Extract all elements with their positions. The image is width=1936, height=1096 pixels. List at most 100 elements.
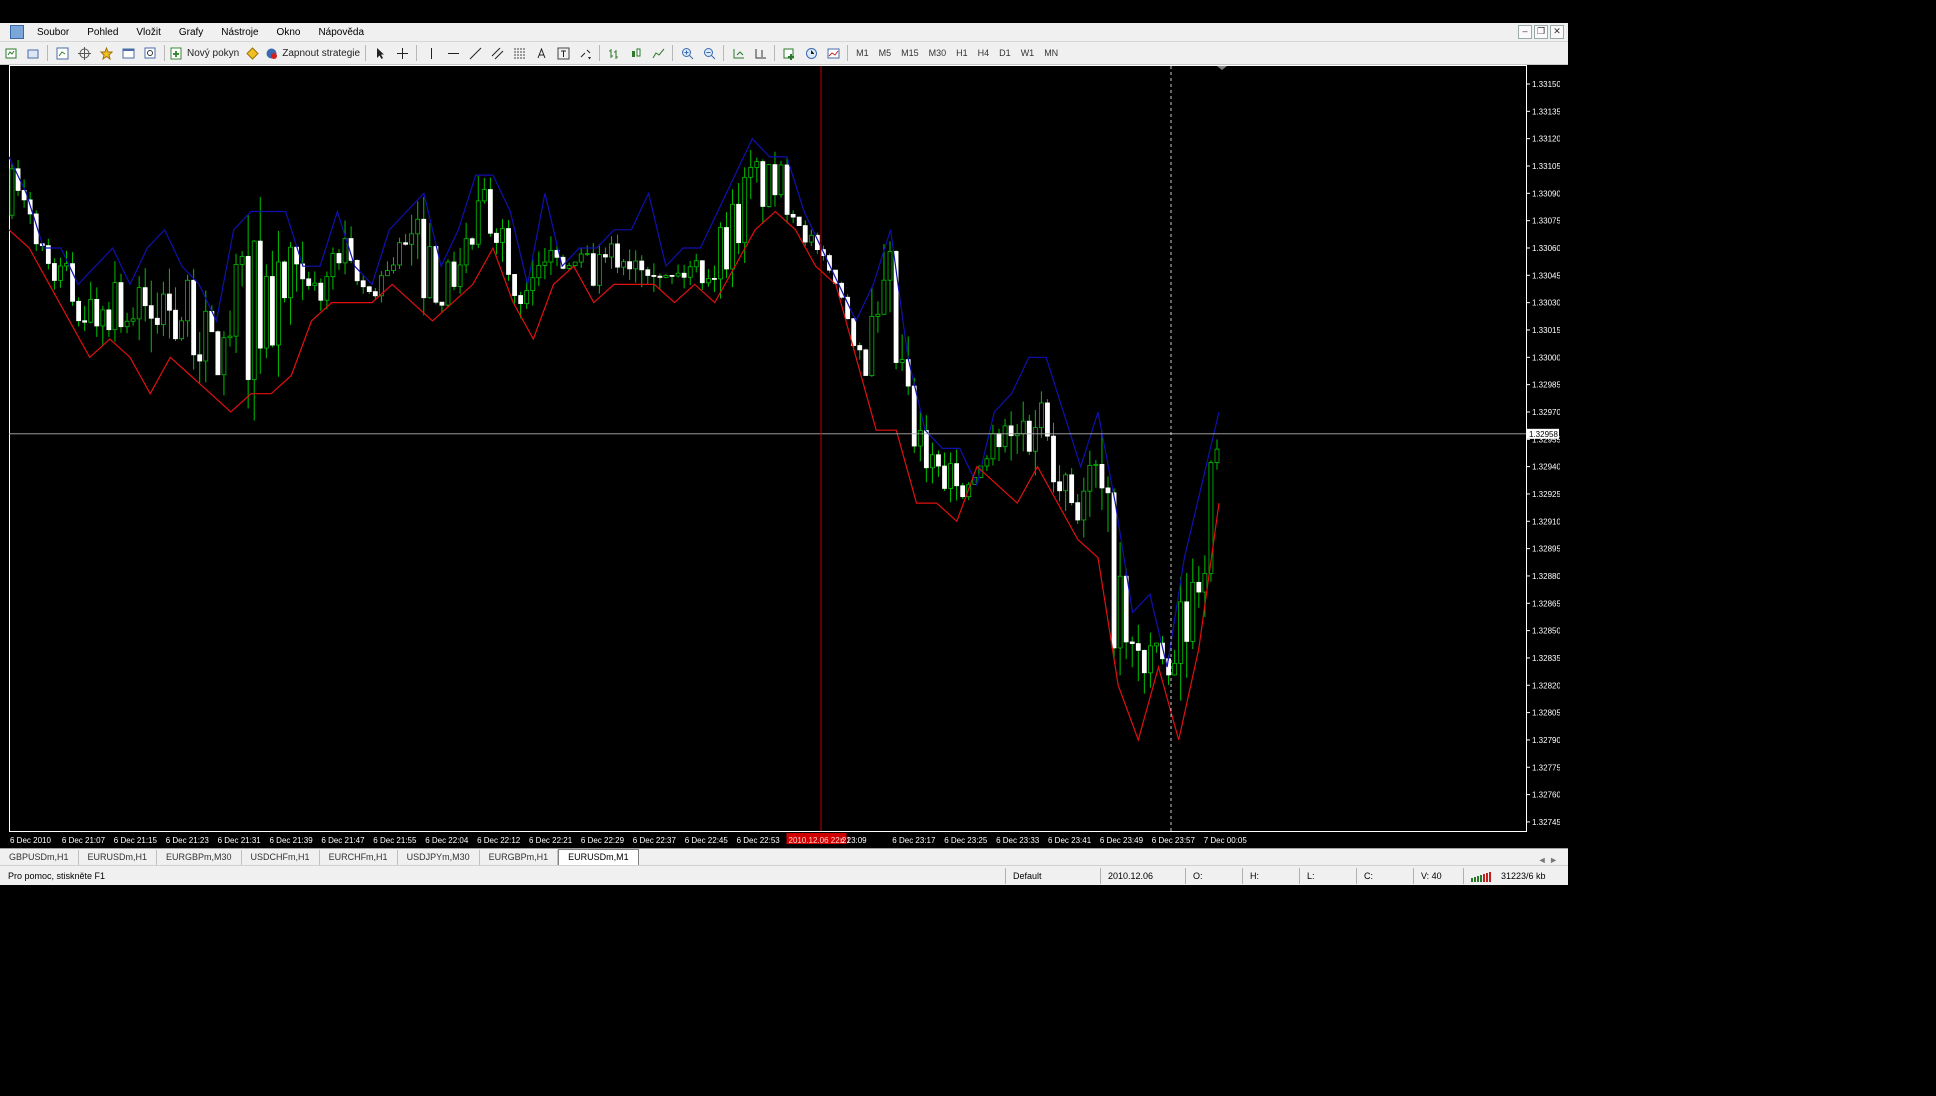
menu-nastroje[interactable]: Nástroje <box>212 27 267 38</box>
arrows-tool[interactable] <box>576 44 594 62</box>
price-tick-label: 1.32925 <box>1532 490 1560 499</box>
candlestick-button[interactable] <box>627 44 645 62</box>
candle-body <box>1214 448 1220 463</box>
candle-body <box>639 260 645 271</box>
time-tick-label: 6 Dec 22:45 <box>685 836 729 845</box>
equidistant-channel-tool[interactable] <box>488 44 506 62</box>
time-tick-label: 6 Dec 22:53 <box>737 836 781 845</box>
candle-body <box>766 164 772 207</box>
menu-soubor[interactable]: Soubor <box>28 27 78 38</box>
zoom-in-button[interactable] <box>678 44 696 62</box>
candle-body <box>1154 642 1159 647</box>
candle-body <box>366 286 372 293</box>
fibonacci-tool[interactable] <box>510 44 528 62</box>
timeframe-w1[interactable]: W1 <box>1016 48 1040 58</box>
candle-body <box>942 465 947 489</box>
candle-body <box>318 282 324 301</box>
periods-button[interactable] <box>802 44 820 62</box>
time-tick-label: 6 Dec 23:25 <box>944 836 988 845</box>
new-chart-button[interactable] <box>2 44 20 62</box>
candle-body <box>185 279 191 322</box>
timeframe-h1[interactable]: H1 <box>951 48 973 58</box>
chart-shift-marker <box>1217 66 1227 70</box>
tab-usdjpym-m30[interactable]: USDJPYm,M30 <box>398 850 480 865</box>
text-tool[interactable] <box>532 44 550 62</box>
timeframe-d1[interactable]: D1 <box>994 48 1016 58</box>
candle-body <box>221 337 227 376</box>
text-label-tool[interactable] <box>554 44 572 62</box>
zoom-in-icon <box>681 47 693 59</box>
timeframe-m15[interactable]: M15 <box>896 48 924 58</box>
candle-body <box>681 272 687 278</box>
candle-body <box>124 320 130 328</box>
status-profile: Default <box>1005 868 1100 884</box>
minimize-button[interactable]: – <box>1518 25 1532 39</box>
candle-body <box>409 233 415 245</box>
data-window-button[interactable] <box>75 44 93 62</box>
toolbar-separator <box>672 45 674 61</box>
price-tick-label: 1.33045 <box>1532 271 1560 280</box>
close-button[interactable]: ✕ <box>1550 25 1564 39</box>
timeframe-h4[interactable]: H4 <box>973 48 995 58</box>
timeframe-m5[interactable]: M5 <box>874 48 897 58</box>
metaeditor-button[interactable] <box>243 44 261 62</box>
auto-scroll-button[interactable] <box>729 44 747 62</box>
vertical-line-tool[interactable] <box>422 44 440 62</box>
candle-body <box>784 164 790 215</box>
candle-body <box>687 266 693 278</box>
candle-body <box>675 272 681 277</box>
text-icon <box>537 47 546 58</box>
price-chart[interactable]: 1.33150 1.33135 1.33120 1.33105 1.33090 1.330… <box>9 65 1560 847</box>
menu-napoveda[interactable]: Nápověda <box>309 27 373 38</box>
crosshair-tool[interactable] <box>393 44 411 62</box>
tab-eurusdm-m1[interactable]: EURUSDm,M1 <box>558 849 639 865</box>
trendline-tool[interactable] <box>466 44 484 62</box>
candle-body <box>911 385 917 447</box>
market-watch-button[interactable] <box>53 44 71 62</box>
candle-body <box>136 287 142 320</box>
zoom-out-icon <box>703 47 715 59</box>
tab-eurgbpm-m30[interactable]: EURGBPm,M30 <box>157 850 242 865</box>
candle-body <box>263 276 269 349</box>
tab-scroll-arrows[interactable]: ◄ ► <box>1538 855 1558 865</box>
tab-eurgbpm-h1[interactable]: EURGBPm,H1 <box>480 850 559 865</box>
candle-body <box>1081 490 1087 521</box>
menu-grafy[interactable]: Grafy <box>170 27 212 38</box>
price-tick-label: 1.32940 <box>1532 463 1560 472</box>
candle-body <box>590 253 596 286</box>
bar-chart-button[interactable] <box>605 44 623 62</box>
candle-body <box>251 240 257 380</box>
menu-okno[interactable]: Okno <box>268 27 310 38</box>
time-tick-label: 6 Dec 23:17 <box>892 836 936 845</box>
navigator-button[interactable] <box>97 44 115 62</box>
cursor-tool[interactable] <box>371 44 389 62</box>
tab-gbpusdm-h1[interactable]: GBPUSDm,H1 <box>0 850 79 865</box>
tab-eurusdm-h1[interactable]: EURUSDm,H1 <box>79 850 158 865</box>
timeframe-mn[interactable]: MN <box>1039 48 1063 58</box>
chart-window[interactable]: 1.33150 1.33135 1.33120 1.33105 1.33090 1.330… <box>9 65 1560 847</box>
candle-body <box>118 282 124 328</box>
tab-usdchfm-h1[interactable]: USDCHFm,H1 <box>242 850 320 865</box>
candle-body <box>857 345 863 351</box>
status-volume: V: 40 <box>1413 868 1463 884</box>
chart-shift-button[interactable] <box>751 44 769 62</box>
menu-pohled[interactable]: Pohled <box>78 27 127 38</box>
candle-body <box>699 260 705 284</box>
horizontal-line-tool[interactable] <box>444 44 462 62</box>
new-order-button[interactable]: Nový pokyn <box>170 44 239 62</box>
strategy-tester-button[interactable] <box>141 44 159 62</box>
indicators-button[interactable] <box>780 44 798 62</box>
timeframe-m30[interactable]: M30 <box>924 48 952 58</box>
line-chart-button[interactable] <box>649 44 667 62</box>
terminal-button[interactable] <box>119 44 137 62</box>
menu-vlozit[interactable]: Vložit <box>127 27 169 38</box>
candle-body <box>215 331 221 376</box>
candle-body <box>9 168 15 216</box>
tab-eurchfm-h1[interactable]: EURCHFm,H1 <box>320 850 398 865</box>
expert-advisors-button[interactable]: Zapnout strategie <box>265 44 360 62</box>
timeframe-m1[interactable]: M1 <box>851 48 874 58</box>
profiles-button[interactable] <box>24 44 42 62</box>
templates-button[interactable] <box>824 44 842 62</box>
zoom-out-button[interactable] <box>700 44 718 62</box>
restore-button[interactable]: ❐ <box>1534 25 1548 39</box>
